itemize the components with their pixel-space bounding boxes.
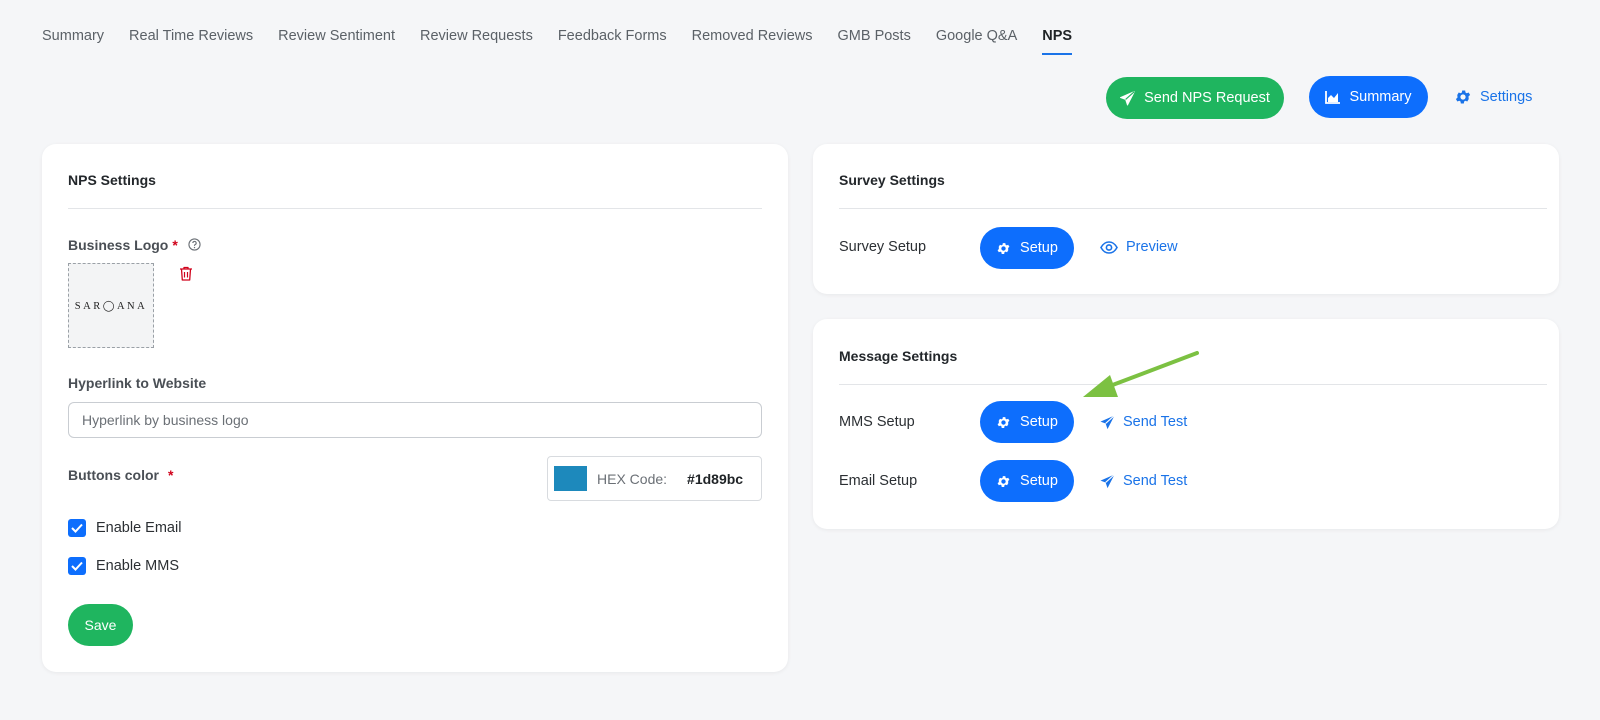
- gear-icon: [1454, 88, 1472, 106]
- preview-link[interactable]: Preview: [1100, 239, 1178, 255]
- tab-real-time-reviews[interactable]: Real Time Reviews: [129, 28, 253, 55]
- survey-setup-button-label: Setup: [1020, 240, 1058, 256]
- required-asterisk: *: [168, 467, 174, 483]
- email-setup-button-label: Setup: [1020, 473, 1058, 489]
- help-circle-icon[interactable]: [188, 238, 201, 254]
- message-settings-title: Message Settings: [839, 348, 958, 364]
- tab-google-qa[interactable]: Google Q&A: [936, 28, 1017, 55]
- email-setup-label: Email Setup: [839, 473, 918, 489]
- email-send-test-label: Send Test: [1123, 473, 1188, 489]
- survey-setup-label: Survey Setup: [839, 239, 927, 255]
- buttons-color-label: Buttons color: [68, 467, 159, 483]
- settings-label: Settings: [1480, 89, 1533, 105]
- survey-settings-card: [813, 144, 1559, 294]
- mms-setup-button[interactable]: Setup: [980, 401, 1074, 443]
- enable-mms-checkbox[interactable]: [68, 557, 86, 575]
- enable-email-label: Enable Email: [96, 520, 182, 536]
- preview-label: Preview: [1126, 239, 1178, 255]
- hex-code-label: HEX Code:: [597, 470, 668, 487]
- tab-summary[interactable]: Summary: [42, 28, 104, 55]
- trash-icon[interactable]: [179, 266, 193, 286]
- gear-icon: [996, 415, 1011, 430]
- color-picker[interactable]: HEX Code: #1d89bc: [547, 456, 762, 501]
- survey-settings-divider: [839, 208, 1547, 209]
- gear-icon: [996, 241, 1011, 256]
- summary-label: Summary: [1349, 89, 1412, 105]
- survey-setup-button[interactable]: Setup: [980, 227, 1074, 269]
- annotation-arrow-icon: [1083, 351, 1199, 397]
- paper-plane-icon: [1120, 90, 1136, 106]
- hyperlink-input[interactable]: [68, 402, 762, 438]
- tab-feedback-forms[interactable]: Feedback Forms: [558, 28, 667, 55]
- email-send-test-link[interactable]: Send Test: [1100, 473, 1187, 489]
- hex-code-value[interactable]: #1d89bc: [687, 471, 743, 487]
- mms-setup-label: MMS Setup: [839, 414, 915, 430]
- hyperlink-label: Hyperlink to Website: [68, 375, 207, 391]
- mms-setup-button-label: Setup: [1020, 414, 1058, 430]
- tab-review-sentiment[interactable]: Review Sentiment: [278, 28, 395, 55]
- color-swatch[interactable]: [554, 466, 587, 491]
- enable-mms-label: Enable MMS: [96, 558, 180, 574]
- nps-settings-title: NPS Settings: [68, 172, 156, 188]
- send-nps-request-label: Send NPS Request: [1144, 90, 1270, 106]
- tab-removed-reviews[interactable]: Removed Reviews: [692, 28, 813, 55]
- tab-gmb-posts[interactable]: GMB Posts: [838, 28, 911, 55]
- business-logo-preview[interactable]: SAR◯ANA: [68, 263, 154, 348]
- paper-plane-icon: [1100, 473, 1115, 489]
- area-chart-icon: [1325, 90, 1341, 104]
- enable-email-checkbox[interactable]: [68, 519, 86, 537]
- business-logo-label: Business Logo: [68, 237, 169, 253]
- email-setup-button[interactable]: Setup: [980, 460, 1074, 502]
- save-button[interactable]: Save: [68, 604, 133, 646]
- paper-plane-icon: [1100, 414, 1115, 430]
- top-tab-bar: Summary Real Time Reviews Review Sentime…: [42, 28, 1097, 55]
- survey-settings-title: Survey Settings: [839, 172, 945, 188]
- business-logo-image: SAR◯ANA: [74, 300, 148, 312]
- enable-email-checkbox-row[interactable]: Enable Email: [68, 519, 181, 537]
- required-asterisk: *: [172, 237, 178, 253]
- buttons-color-label-row: Buttons color *: [68, 467, 173, 483]
- nps-settings-divider: [68, 208, 762, 209]
- tab-nps[interactable]: NPS: [1042, 28, 1073, 55]
- eye-icon: [1100, 240, 1118, 254]
- send-nps-request-button[interactable]: Send NPS Request: [1106, 77, 1284, 119]
- enable-mms-checkbox-row[interactable]: Enable MMS: [68, 557, 179, 575]
- tab-review-requests[interactable]: Review Requests: [420, 28, 533, 55]
- business-logo-label-row: Business Logo *: [68, 237, 201, 254]
- summary-button[interactable]: Summary: [1309, 76, 1428, 118]
- mms-send-test-label: Send Test: [1123, 414, 1188, 430]
- settings-link[interactable]: Settings: [1454, 88, 1532, 106]
- gear-icon: [996, 474, 1011, 489]
- mms-send-test-link[interactable]: Send Test: [1100, 414, 1187, 430]
